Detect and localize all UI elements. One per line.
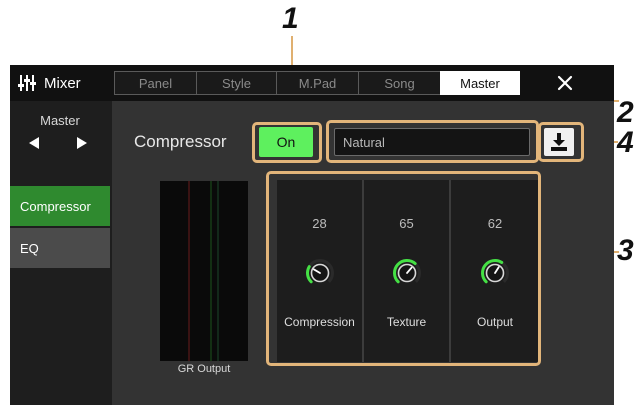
- output-meter-bar-left: [210, 181, 212, 361]
- output-meter-bar-right: [217, 181, 219, 361]
- gr-output-meter: [160, 181, 248, 361]
- close-button[interactable]: [551, 69, 579, 97]
- tab-panel[interactable]: Panel: [114, 71, 196, 95]
- triangle-left-icon[interactable]: [28, 136, 40, 150]
- sidebar-item-eq[interactable]: EQ: [10, 228, 110, 268]
- app-title: Mixer: [18, 71, 81, 95]
- highlight-type-field: [326, 120, 539, 163]
- tab-master[interactable]: Master: [440, 71, 520, 95]
- tab-panel-label: Panel: [138, 75, 173, 91]
- part-selector: [28, 136, 88, 152]
- tab-style[interactable]: Style: [196, 71, 276, 95]
- compressor-label: Compressor: [134, 132, 227, 151]
- tab-master-label: Master: [460, 75, 500, 91]
- tab-song[interactable]: Song: [358, 71, 440, 95]
- highlight-save-button: [538, 122, 584, 162]
- meter-label: GR Output: [177, 363, 231, 375]
- mixer-faders-icon: [18, 75, 36, 91]
- tab-mpad[interactable]: M.Pad: [276, 71, 358, 95]
- callout-1: 1: [282, 2, 299, 35]
- tab-style-label: Style: [222, 75, 251, 91]
- tab-bar: Panel Style M.Pad Song Master: [114, 71, 520, 95]
- triangle-right-icon[interactable]: [76, 136, 88, 150]
- app-title-label: Mixer: [44, 74, 81, 92]
- gr-meter-bar: [188, 181, 190, 361]
- callout-4: 4: [617, 126, 634, 159]
- part-label: Master: [40, 113, 80, 128]
- close-icon: [557, 75, 573, 91]
- tab-mpad-label: M.Pad: [298, 75, 337, 91]
- tab-song-label: Song: [384, 75, 415, 91]
- sidebar-item-compressor[interactable]: Compressor: [10, 186, 110, 226]
- highlight-knob-panel: [266, 171, 541, 366]
- sidebar-item-compressor-label: Compressor: [20, 198, 91, 214]
- sidebar: Master Compressor EQ: [10, 101, 110, 405]
- callout-3: 3: [617, 234, 634, 267]
- highlight-on-button: [252, 122, 322, 163]
- callout-2: 2: [617, 96, 634, 129]
- sidebar-item-eq-label: EQ: [20, 240, 39, 256]
- top-bar: Mixer Panel Style M.Pad Song Master: [10, 65, 614, 101]
